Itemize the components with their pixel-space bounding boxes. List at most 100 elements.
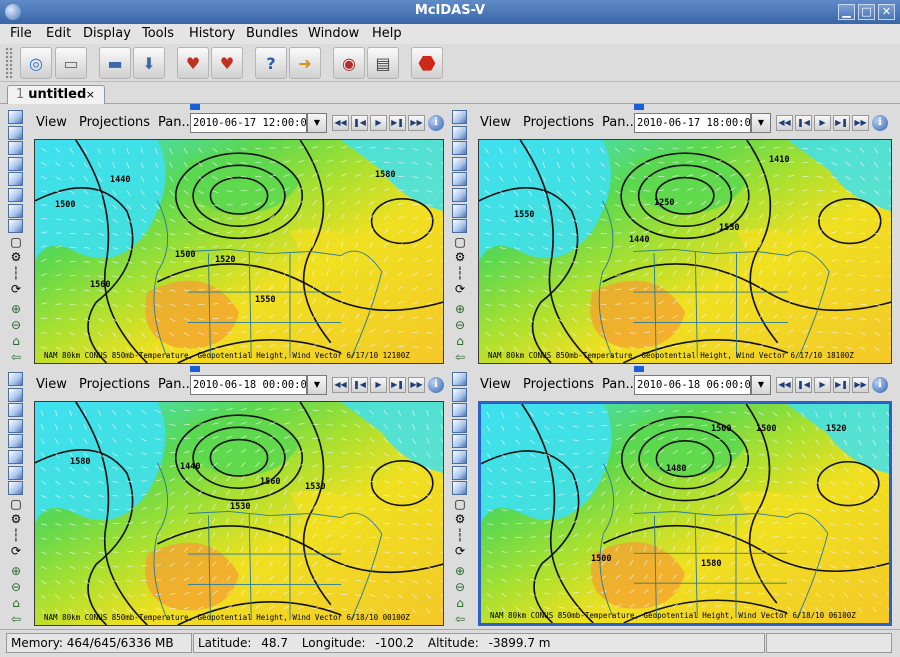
open-file-icon[interactable]: ▬ bbox=[99, 47, 131, 79]
cube-view-5-icon[interactable] bbox=[452, 434, 467, 449]
chevron-down-icon[interactable]: ▼ bbox=[307, 375, 327, 395]
cube-view-5-icon[interactable] bbox=[452, 172, 467, 187]
play-icon[interactable]: ▶ bbox=[814, 115, 831, 131]
step-forward-icon[interactable]: ▶❚ bbox=[389, 115, 406, 131]
step-forward-icon[interactable]: ▶❚ bbox=[389, 377, 406, 393]
cube-view-1-icon[interactable] bbox=[452, 110, 467, 124]
play-icon[interactable]: ▶ bbox=[370, 115, 387, 131]
menu-file[interactable]: File bbox=[10, 26, 32, 41]
home-icon[interactable]: ⌂ bbox=[451, 334, 469, 348]
time-selector[interactable]: 2010-06-17 18:00:00Z bbox=[634, 113, 751, 133]
memory-status[interactable]: Memory: 464/645/6336 MB bbox=[6, 633, 192, 653]
menu-display[interactable]: Display bbox=[83, 26, 131, 41]
rotate-tool-icon[interactable]: ⚙ bbox=[7, 250, 25, 264]
zoom-in-icon[interactable]: ⊕ bbox=[451, 564, 469, 578]
chevron-down-icon[interactable]: ▼ bbox=[751, 375, 771, 395]
play-icon[interactable]: ▶ bbox=[814, 377, 831, 393]
cube-view-5-icon[interactable] bbox=[8, 434, 23, 449]
cube-view-7-icon[interactable] bbox=[452, 203, 467, 218]
step-back-icon[interactable]: ❚◀ bbox=[795, 377, 812, 393]
cube-view-7-icon[interactable] bbox=[8, 203, 23, 218]
tab-untitled[interactable]: 1 untitled × bbox=[7, 85, 105, 105]
refresh-icon[interactable]: ⟳ bbox=[451, 544, 469, 558]
zoom-in-icon[interactable]: ⊕ bbox=[7, 564, 25, 578]
cube-view-4-icon[interactable] bbox=[8, 156, 23, 171]
help-icon[interactable]: ? bbox=[255, 47, 287, 79]
zoom-out-icon[interactable]: ⊖ bbox=[7, 318, 25, 332]
maximize-icon[interactable]: □ bbox=[858, 4, 875, 20]
home-icon[interactable]: ⌂ bbox=[7, 596, 25, 610]
time-selector[interactable]: 2010-06-17 12:00:00Z bbox=[190, 113, 307, 133]
vertical-scale-icon[interactable]: ┆ bbox=[7, 266, 25, 280]
menu-bundles[interactable]: Bundles bbox=[246, 26, 298, 41]
step-forward-icon[interactable]: ▶❚ bbox=[833, 377, 850, 393]
vertical-scale-icon[interactable]: ┆ bbox=[451, 528, 469, 542]
memory-monitor-icon[interactable]: ◉ bbox=[333, 47, 365, 79]
cube-view-1-icon[interactable] bbox=[8, 110, 23, 124]
chevron-down-icon[interactable]: ▼ bbox=[307, 113, 327, 133]
cube-view-8-icon[interactable] bbox=[8, 219, 23, 234]
zoom-in-icon[interactable]: ⊕ bbox=[7, 302, 25, 316]
projections-menu[interactable]: Projections bbox=[79, 377, 150, 392]
first-frame-icon[interactable]: ◀◀ bbox=[776, 115, 793, 131]
new-display-icon[interactable]: ▭ bbox=[55, 47, 87, 79]
step-forward-icon[interactable]: ▶❚ bbox=[833, 115, 850, 131]
cube-view-4-icon[interactable] bbox=[452, 156, 467, 171]
menu-window[interactable]: Window bbox=[308, 26, 359, 41]
save-bundle-icon[interactable]: ⬇ bbox=[133, 47, 165, 79]
view-menu[interactable]: View bbox=[480, 115, 511, 130]
back-arrow-icon[interactable]: ⇦ bbox=[451, 612, 469, 626]
vertical-scale-icon[interactable]: ┆ bbox=[7, 528, 25, 542]
menu-tools[interactable]: Tools bbox=[142, 26, 174, 41]
close-icon[interactable]: ✕ bbox=[878, 4, 895, 20]
vertical-scale-icon[interactable]: ┆ bbox=[451, 266, 469, 280]
cube-view-1-icon[interactable] bbox=[8, 372, 23, 386]
last-frame-icon[interactable]: ▶▶ bbox=[408, 115, 425, 131]
menu-edit[interactable]: Edit bbox=[46, 26, 71, 41]
cube-view-2-icon[interactable] bbox=[452, 387, 467, 402]
panel-menu[interactable]: Pan... bbox=[158, 377, 194, 392]
refresh-icon[interactable]: ⟳ bbox=[451, 282, 469, 296]
cube-view-8-icon[interactable] bbox=[8, 481, 23, 496]
step-back-icon[interactable]: ❚◀ bbox=[351, 377, 368, 393]
next-tip-icon[interactable]: ➜ bbox=[289, 47, 321, 79]
last-frame-icon[interactable]: ▶▶ bbox=[852, 115, 869, 131]
first-frame-icon[interactable]: ◀◀ bbox=[332, 377, 349, 393]
projections-menu[interactable]: Projections bbox=[523, 377, 594, 392]
zoom-in-icon[interactable]: ⊕ bbox=[451, 302, 469, 316]
play-icon[interactable]: ▶ bbox=[370, 377, 387, 393]
panel-menu[interactable]: Pan... bbox=[602, 377, 638, 392]
cube-view-8-icon[interactable] bbox=[452, 481, 467, 496]
first-frame-icon[interactable]: ◀◀ bbox=[332, 115, 349, 131]
menu-help[interactable]: Help bbox=[372, 26, 402, 41]
favorites-icon[interactable]: ♥ bbox=[177, 47, 209, 79]
back-arrow-icon[interactable]: ⇦ bbox=[7, 612, 25, 626]
view-menu[interactable]: View bbox=[480, 377, 511, 392]
cube-view-7-icon[interactable] bbox=[452, 465, 467, 480]
projections-menu[interactable]: Projections bbox=[79, 115, 150, 130]
back-arrow-icon[interactable]: ⇦ bbox=[7, 350, 25, 364]
bounding-box-icon[interactable]: ▢ bbox=[7, 235, 25, 249]
cube-view-7-icon[interactable] bbox=[8, 465, 23, 480]
zoom-out-icon[interactable]: ⊖ bbox=[7, 580, 25, 594]
panel-menu[interactable]: Pan... bbox=[158, 115, 194, 130]
cube-view-6-icon[interactable] bbox=[452, 450, 467, 464]
minimize-icon[interactable]: ▁ bbox=[838, 4, 855, 20]
view-menu[interactable]: View bbox=[36, 115, 67, 130]
rotate-tool-icon[interactable]: ⚙ bbox=[7, 512, 25, 526]
cube-view-3-icon[interactable] bbox=[8, 141, 23, 156]
cube-view-2-icon[interactable] bbox=[452, 125, 467, 140]
cube-view-6-icon[interactable] bbox=[8, 188, 23, 202]
projections-menu[interactable]: Projections bbox=[523, 115, 594, 130]
info-icon[interactable]: i bbox=[428, 377, 444, 393]
manage-favorites-icon[interactable]: ♥ bbox=[211, 47, 243, 79]
refresh-icon[interactable]: ⟳ bbox=[7, 544, 25, 558]
first-frame-icon[interactable]: ◀◀ bbox=[776, 377, 793, 393]
zoom-out-icon[interactable]: ⊖ bbox=[451, 580, 469, 594]
chevron-down-icon[interactable]: ▼ bbox=[751, 113, 771, 133]
toolbar-grip[interactable] bbox=[5, 47, 13, 79]
cube-view-8-icon[interactable] bbox=[452, 219, 467, 234]
zoom-out-icon[interactable]: ⊖ bbox=[451, 318, 469, 332]
last-frame-icon[interactable]: ▶▶ bbox=[408, 377, 425, 393]
rotate-tool-icon[interactable]: ⚙ bbox=[451, 512, 469, 526]
